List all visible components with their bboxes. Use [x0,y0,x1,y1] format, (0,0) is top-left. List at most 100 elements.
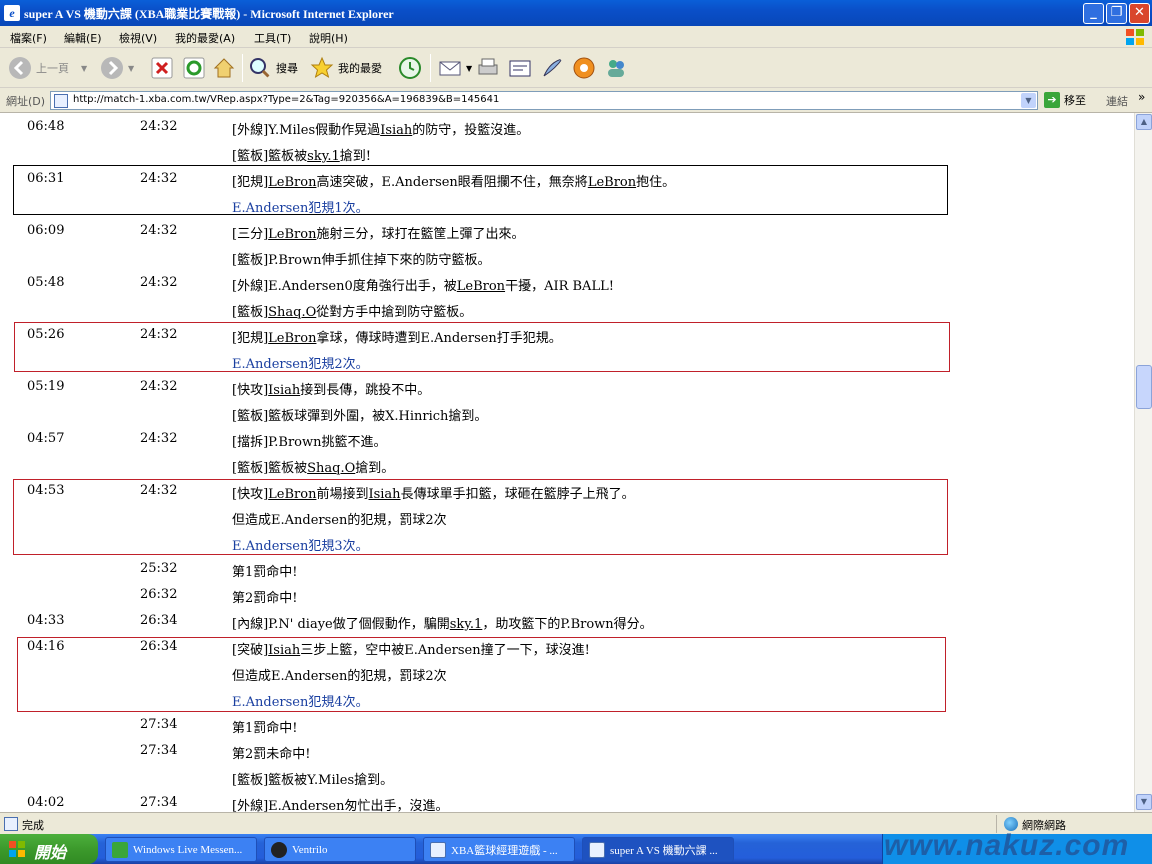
chevron-icon[interactable]: » [1138,90,1145,104]
vertical-scrollbar[interactable]: ▲ ▼ [1134,113,1152,812]
elapsed-time: 24:32 [140,119,178,134]
play-text: [籃板]籃板被Y.Miles搶到。 [232,773,394,788]
player-link[interactable]: Shaq.O [268,305,316,320]
player-link[interactable]: Isiah [380,123,412,138]
edit-icon [509,60,531,77]
go-label: 移至 [1064,94,1086,107]
ie-page-icon [589,841,605,858]
go-button[interactable]: ➔ 移至 [1044,92,1086,108]
history-button[interactable] [398,54,426,82]
stop-icon [151,57,173,79]
elapsed-time: 26:34 [140,613,178,628]
page-done-icon [4,817,18,831]
log-row: [籃板]籃板被Y.Miles搶到。 [0,764,1134,790]
menu-bar: 檔案(F) 編輯(E) 檢視(V) 我的最愛(A) 工具(T) 說明(H) [0,26,1152,48]
status-text: 完成 [22,819,44,832]
stop-button[interactable] [150,54,178,82]
player-link[interactable]: sky.1 [307,149,340,164]
contacts-icon [608,60,624,77]
elapsed-time: 27:34 [140,717,178,732]
contacts-button[interactable] [604,54,632,82]
mail-button[interactable]: ▼ [438,54,472,82]
feather-icon [543,58,564,77]
history-icon [399,57,421,79]
print-button[interactable] [476,54,504,82]
media-button[interactable] [572,54,600,82]
menu-view[interactable]: 檢視(V) [119,30,157,46]
links-label[interactable]: 連結 [1106,93,1128,109]
media-icon [573,57,595,79]
player-link[interactable]: Shaq.O [307,461,355,476]
maximize-button[interactable]: ❐ [1106,3,1127,24]
task-messenger[interactable]: Windows Live Messen... [105,837,257,862]
search-label: 搜尋 [276,62,298,75]
edit-button[interactable] [508,54,536,82]
watermark: www.nakuz.com [884,829,1130,862]
windows-flag-icon [1126,29,1144,45]
print-icon [478,58,498,75]
play-text: 第2罰未命中! [232,747,311,762]
play-text: [外線]E.Andersen0度角強行出手，被LeBron干擾，AIR BALL… [232,279,614,294]
log-row: [籃板]Shaq.O從對方手中搶到防守籃板。 [0,296,1134,322]
scroll-down-button[interactable]: ▼ [1136,794,1152,810]
messenger-button[interactable] [540,54,568,82]
close-button[interactable]: ✕ [1129,3,1150,24]
player-link[interactable]: sky.1 [450,617,483,632]
back-button[interactable]: 上一頁 ▼ [8,54,87,82]
menu-tools[interactable]: 工具(T) [254,30,291,46]
start-button[interactable]: 開始 [0,834,98,864]
highlight-box-foul-3 [13,479,948,555]
play-text: [外線]Y.Miles假動作晃過Isiah的防守，投籃沒進。 [232,123,530,138]
address-label: 網址(D) [6,95,46,108]
log-row: 05:48 24:32 [外線]E.Andersen0度角強行出手，被LeBron干… [0,270,1134,296]
task-super-a-report[interactable]: super A VS 機動六課 ... [582,837,734,862]
refresh-button[interactable] [182,54,210,82]
player-link[interactable]: LeBron [268,227,316,242]
log-row: 26:32 第2罰命中! [0,582,1134,608]
scroll-up-button[interactable]: ▲ [1136,114,1152,130]
game-clock: 05:48 [27,275,65,290]
menu-edit[interactable]: 編輯(E) [64,30,102,46]
scroll-thumb[interactable] [1136,365,1152,409]
highlight-box-foul-4 [17,637,946,712]
log-row: 04:33 26:34 [內線]P.N' diaye做了個假動作，騙開sky.1，助… [0,608,1134,634]
elapsed-time: 27:34 [140,743,178,758]
menu-file[interactable]: 檔案(F) [10,30,47,46]
minimize-button[interactable]: _ [1083,3,1104,24]
home-button[interactable] [212,54,240,82]
search-button[interactable]: 搜尋 [248,54,298,82]
forward-button[interactable]: ▼ [100,54,134,82]
play-text: [快攻]Isiah接到長傳，跳投不中。 [232,383,431,398]
search-icon [250,58,272,80]
task-label: Windows Live Messen... [133,843,243,856]
game-clock: 06:09 [27,223,65,238]
log-row: 05:19 24:32 [快攻]Isiah接到長傳，跳投不中。 [0,374,1134,400]
player-link[interactable]: LeBron [457,279,505,294]
address-input[interactable]: http://match-1.xba.com.tw/VRep.aspx?Type… [50,91,1038,110]
back-arrow-icon [9,57,31,79]
log-row: 27:34 第1罰命中! [0,712,1134,738]
task-xba-game[interactable]: XBA籃球經理遊戲 - ... [423,837,575,862]
game-clock: 04:02 [27,795,65,810]
menu-help[interactable]: 說明(H) [309,30,348,46]
highlight-box-foul-2 [14,322,950,372]
game-clock: 06:48 [27,119,65,134]
play-text: 第1罰命中! [232,721,298,736]
ie-icon: e [4,5,20,21]
task-label: super A VS 機動六課 ... [610,844,718,857]
address-dropdown-button[interactable]: ▼ [1021,93,1036,108]
elapsed-time: 24:32 [140,431,178,446]
forward-arrow-icon [101,57,123,79]
play-text: [籃板]籃板被sky.1搶到! [232,149,371,164]
home-icon [213,58,235,78]
ventrilo-icon [271,841,287,858]
task-ventrilo[interactable]: Ventrilo [264,837,416,862]
page-content: 06:48 24:32 [外線]Y.Miles假動作晃過Isiah的防守，投籃沒進。… [0,113,1134,812]
play-text: [擋拆]P.Brown挑籃不進。 [232,435,387,450]
log-row: 04:57 24:32 [擋拆]P.Brown挑籃不進。 [0,426,1134,452]
player-link[interactable]: Isiah [268,383,300,398]
task-label: Ventrilo [292,843,328,856]
favorites-button[interactable]: 我的最愛 [310,54,382,82]
title-bar[interactable]: e super A VS 機動六課 (XBA職業比賽戰報) - Microsof… [0,0,1152,26]
menu-favorites[interactable]: 我的最愛(A) [175,30,235,46]
